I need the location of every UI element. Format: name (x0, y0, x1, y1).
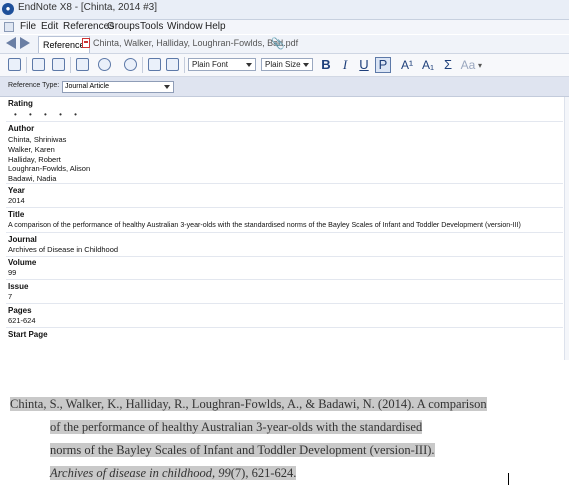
volume-field[interactable]: 99 (8, 268, 16, 278)
citation-journal: Archives of disease in childhood, 99 (50, 466, 231, 480)
apa-citation: Chinta, S., Walker, K., Halliday, R., Lo… (10, 393, 494, 485)
toolbar-divider (26, 57, 27, 73)
field-divider (6, 303, 563, 304)
open-folder-icon[interactable] (52, 58, 65, 71)
author-entry: Loughran-Fowlds, Alison (8, 164, 91, 174)
scrollbar[interactable] (564, 97, 569, 360)
insert-citation-icon[interactable] (8, 58, 21, 71)
author-entry: Walker, Karen (8, 144, 55, 154)
title-bar: ● EndNote X8 - [Chinta, 2014 #3] (0, 0, 569, 20)
author-label: Author (8, 124, 35, 133)
word-icon[interactable] (166, 58, 179, 71)
volume-label: Volume (8, 258, 37, 267)
journal-label: Journal (8, 235, 37, 244)
chevron-down-icon (164, 85, 170, 89)
underline-button[interactable]: U (356, 57, 372, 73)
chevron-down-icon (246, 63, 252, 67)
menu-help[interactable]: Help (205, 21, 226, 32)
toolbar: Plain Font Plain Size B I U P A¹ A₁ Σ Aa… (0, 54, 569, 77)
forward-arrow-icon[interactable] (20, 37, 30, 49)
link-icon[interactable] (32, 58, 45, 71)
author-field[interactable]: Chinta, Shriniwas Walker, Karen Halliday… (8, 135, 90, 184)
start-page-label: Start Page (8, 330, 48, 339)
citation-line: of the performance of healthy Australian… (50, 420, 423, 434)
toolbar-divider (70, 57, 71, 73)
menu-edit[interactable]: Edit (41, 21, 58, 32)
font-select[interactable]: Plain Font (188, 58, 256, 71)
author-entry: Halliday, Robert (8, 154, 61, 164)
change-case-button[interactable]: Aa (458, 57, 478, 73)
field-divider (6, 207, 563, 208)
superscript-button[interactable]: A¹ (398, 57, 416, 73)
citation-line: Chinta, S., Walker, K., Halliday, R., Lo… (10, 397, 487, 411)
back-arrow-icon[interactable] (6, 37, 16, 49)
menu-window[interactable]: Window (167, 21, 203, 32)
menu-tools[interactable]: Tools (140, 21, 163, 32)
field-divider (6, 279, 563, 280)
toolbar-divider (184, 57, 185, 73)
year-field[interactable]: 2014 (8, 196, 25, 206)
size-select-value: Plain Size (265, 60, 301, 69)
reference-type-label: Reference Type: (8, 82, 60, 89)
citation-line: norms of the Bayley Scales of Infant and… (50, 443, 435, 457)
rating-stars[interactable]: • • • • • (14, 110, 82, 119)
edit-notes-icon[interactable] (148, 58, 161, 71)
endnote-icon: ● (2, 3, 14, 15)
tab-pdf-label: Chinta, Walker, Halliday, Loughran-Fowld… (93, 38, 299, 48)
window-title: EndNote X8 - [Chinta, 2014 #3] (18, 2, 157, 13)
pages-label: Pages (8, 306, 32, 315)
pages-field[interactable]: 621-624 (8, 316, 36, 326)
text-cursor (508, 473, 509, 485)
paperclip-icon[interactable]: 📎 (271, 37, 285, 50)
author-entry: Chinta, Shriniwas (8, 135, 67, 144)
rating-label: Rating (8, 99, 33, 108)
font-select-value: Plain Font (192, 60, 229, 69)
pdf-icon (82, 38, 90, 48)
plain-button[interactable]: P (375, 57, 391, 73)
reference-type-value: Journal Article (65, 83, 109, 90)
reference-fields: Rating • • • • • Author Chinta, Shriniwa… (0, 97, 569, 360)
journal-field[interactable]: Archives of Disease in Childhood (8, 245, 118, 255)
symbol-button[interactable]: Σ (440, 57, 456, 73)
attach-file-icon[interactable] (76, 58, 89, 71)
field-divider (6, 327, 563, 328)
online-search-icon[interactable] (124, 58, 137, 71)
year-label: Year (8, 186, 25, 195)
reference-type-row: Reference Type: Journal Article (0, 77, 569, 97)
size-select[interactable]: Plain Size (261, 58, 313, 71)
field-divider (6, 121, 563, 122)
subscript-button[interactable]: A₁ (419, 57, 437, 73)
bold-button[interactable]: B (318, 57, 334, 73)
tab-row: Reference Chinta, Walker, Halliday, Loug… (0, 35, 569, 54)
title-field[interactable]: A comparison of the performance of healt… (8, 221, 521, 231)
case-dropdown-icon[interactable]: ▾ (478, 61, 482, 70)
menu-bar: File Edit References Groups Tools Window… (0, 20, 569, 34)
title-label: Title (8, 210, 25, 219)
issue-field[interactable]: 7 (8, 292, 12, 302)
field-divider (6, 256, 563, 257)
citation-issue-pages: (7), 621-624. (230, 466, 297, 480)
reference-type-select[interactable]: Journal Article (62, 81, 174, 93)
toolbar-divider (142, 57, 143, 73)
field-divider (6, 183, 563, 184)
tab-pdf[interactable]: Chinta, Walker, Halliday, Loughran-Fowld… (82, 38, 298, 48)
menu-groups[interactable]: Groups (107, 21, 140, 32)
chevron-down-icon (303, 63, 309, 67)
menu-file[interactable]: File (20, 21, 36, 32)
find-duplicates-icon[interactable] (98, 58, 111, 71)
issue-label: Issue (8, 282, 29, 291)
field-divider (6, 232, 563, 233)
document-menu-icon[interactable] (4, 22, 14, 32)
italic-button[interactable]: I (337, 57, 353, 73)
